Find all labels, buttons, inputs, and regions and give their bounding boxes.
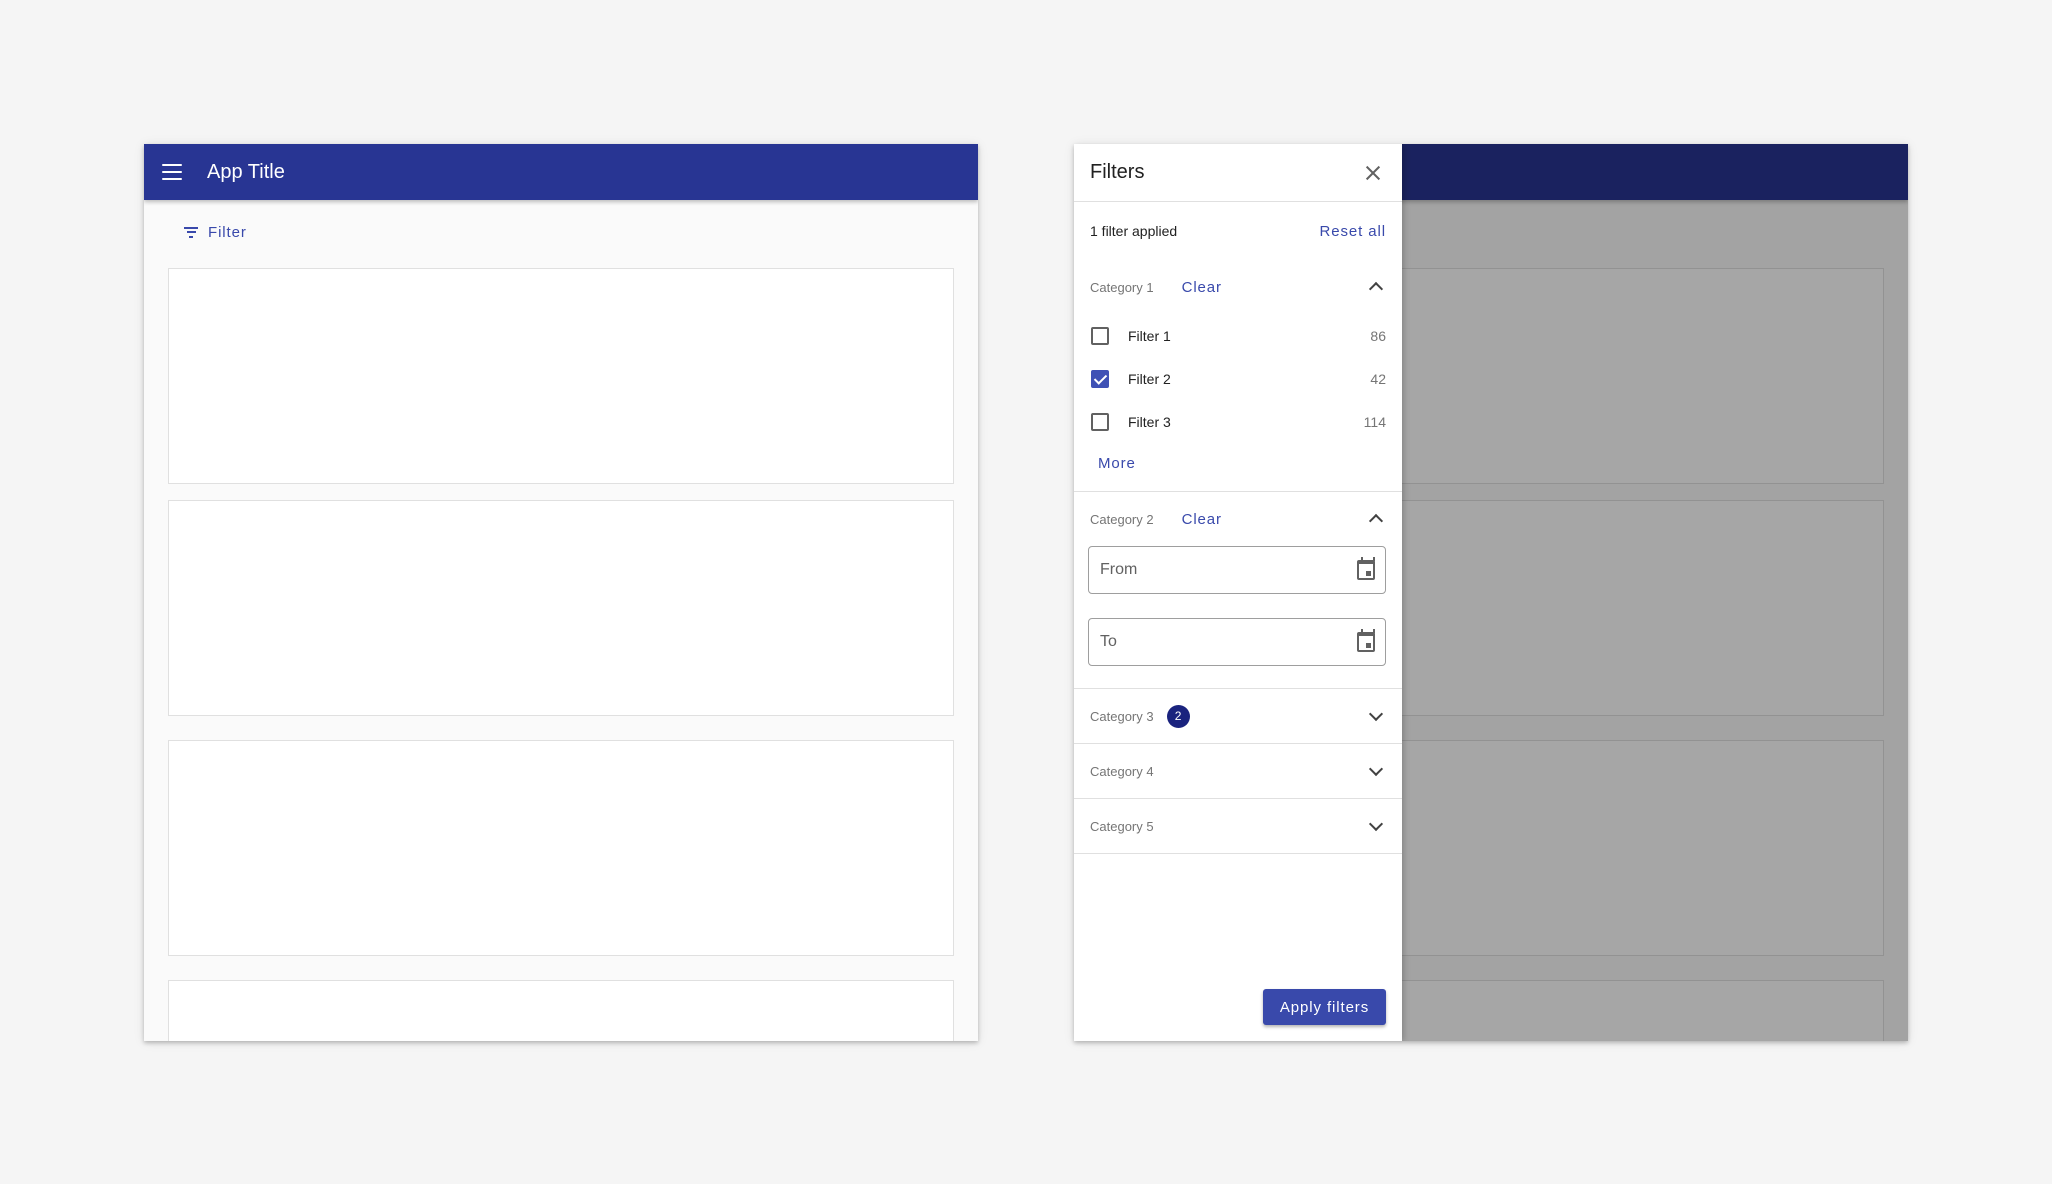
filter-button[interactable]: Filter bbox=[176, 214, 255, 250]
filter-2-row[interactable]: Filter 2 42 bbox=[1074, 357, 1402, 400]
reset-all-button[interactable]: Reset all bbox=[1320, 223, 1386, 240]
main-screen: App Title Filter bbox=[144, 144, 978, 1041]
filter-2-checkbox[interactable] bbox=[1091, 369, 1109, 388]
content-card bbox=[168, 500, 954, 716]
app-bar: App Title bbox=[144, 144, 978, 200]
calendar-icon[interactable] bbox=[1357, 629, 1375, 652]
filter-3-checkbox[interactable] bbox=[1091, 412, 1109, 431]
more-button[interactable]: More bbox=[1098, 455, 1136, 472]
app-title: App Title bbox=[207, 160, 285, 183]
content-card bbox=[168, 740, 954, 956]
filter-2-count: 42 bbox=[1370, 370, 1386, 387]
filter-2-label: Filter 2 bbox=[1128, 370, 1171, 387]
filter-drawer: Filters 1 filter applied Reset all Categ… bbox=[1074, 144, 1402, 1041]
category-3-section: Category 3 2 bbox=[1074, 689, 1402, 744]
chevron-down-icon[interactable] bbox=[1366, 816, 1386, 836]
filter-3-label: Filter 3 bbox=[1128, 413, 1171, 430]
drawer-title: Filters bbox=[1090, 161, 1145, 183]
category-3-badge: 2 bbox=[1166, 704, 1190, 728]
filter-button-label: Filter bbox=[208, 223, 247, 241]
category-1-header[interactable]: Category 1 Clear bbox=[1074, 260, 1402, 314]
category-4-section: Category 4 bbox=[1074, 744, 1402, 799]
chevron-up-icon[interactable] bbox=[1366, 277, 1386, 297]
content-card bbox=[168, 268, 954, 484]
category-2-clear-button[interactable]: Clear bbox=[1182, 511, 1222, 528]
filter-3-row[interactable]: Filter 3 114 bbox=[1074, 400, 1402, 443]
content-card bbox=[168, 980, 954, 1041]
filter-summary: 1 filter applied Reset all bbox=[1074, 202, 1402, 260]
category-2-section: Category 2 Clear From To bbox=[1074, 492, 1402, 689]
category-5-header[interactable]: Category 5 bbox=[1074, 799, 1402, 853]
chevron-down-icon[interactable] bbox=[1366, 761, 1386, 781]
chevron-down-icon[interactable] bbox=[1366, 706, 1386, 726]
filter-icon bbox=[184, 226, 198, 238]
filter-1-count: 86 bbox=[1370, 327, 1386, 344]
to-date-label: To bbox=[1100, 633, 1117, 650]
category-1-section: Category 1 Clear Filter 1 86 Filter 2 42… bbox=[1074, 260, 1402, 492]
from-date-label: From bbox=[1100, 561, 1138, 578]
filter-screen: Filters 1 filter applied Reset all Categ… bbox=[1074, 144, 1908, 1041]
filter-1-row[interactable]: Filter 1 86 bbox=[1074, 314, 1402, 357]
filters-applied-text: 1 filter applied bbox=[1090, 223, 1178, 239]
filter-3-count: 114 bbox=[1363, 413, 1386, 430]
category-1-clear-button[interactable]: Clear bbox=[1182, 279, 1222, 296]
category-5-section: Category 5 bbox=[1074, 799, 1402, 854]
more-row: More bbox=[1074, 443, 1402, 483]
close-icon[interactable] bbox=[1360, 160, 1386, 186]
menu-icon[interactable] bbox=[162, 164, 182, 180]
to-date-field[interactable]: To bbox=[1088, 618, 1386, 666]
category-2-header[interactable]: Category 2 Clear bbox=[1074, 492, 1402, 546]
category-3-header[interactable]: Category 3 2 bbox=[1074, 689, 1402, 743]
from-date-field[interactable]: From bbox=[1088, 546, 1386, 594]
calendar-icon[interactable] bbox=[1357, 557, 1375, 580]
category-5-label: Category 5 bbox=[1090, 818, 1154, 834]
filter-1-label: Filter 1 bbox=[1128, 327, 1171, 344]
category-1-label: Category 1 bbox=[1090, 279, 1154, 295]
category-2-label: Category 2 bbox=[1090, 511, 1154, 527]
category-4-header[interactable]: Category 4 bbox=[1074, 744, 1402, 798]
chevron-up-icon[interactable] bbox=[1366, 509, 1386, 529]
apply-filters-button[interactable]: Apply filters bbox=[1263, 989, 1386, 1025]
category-3-label: Category 3 bbox=[1090, 708, 1154, 724]
filter-1-checkbox[interactable] bbox=[1091, 326, 1109, 345]
category-4-label: Category 4 bbox=[1090, 763, 1154, 779]
drawer-header: Filters bbox=[1074, 144, 1402, 202]
